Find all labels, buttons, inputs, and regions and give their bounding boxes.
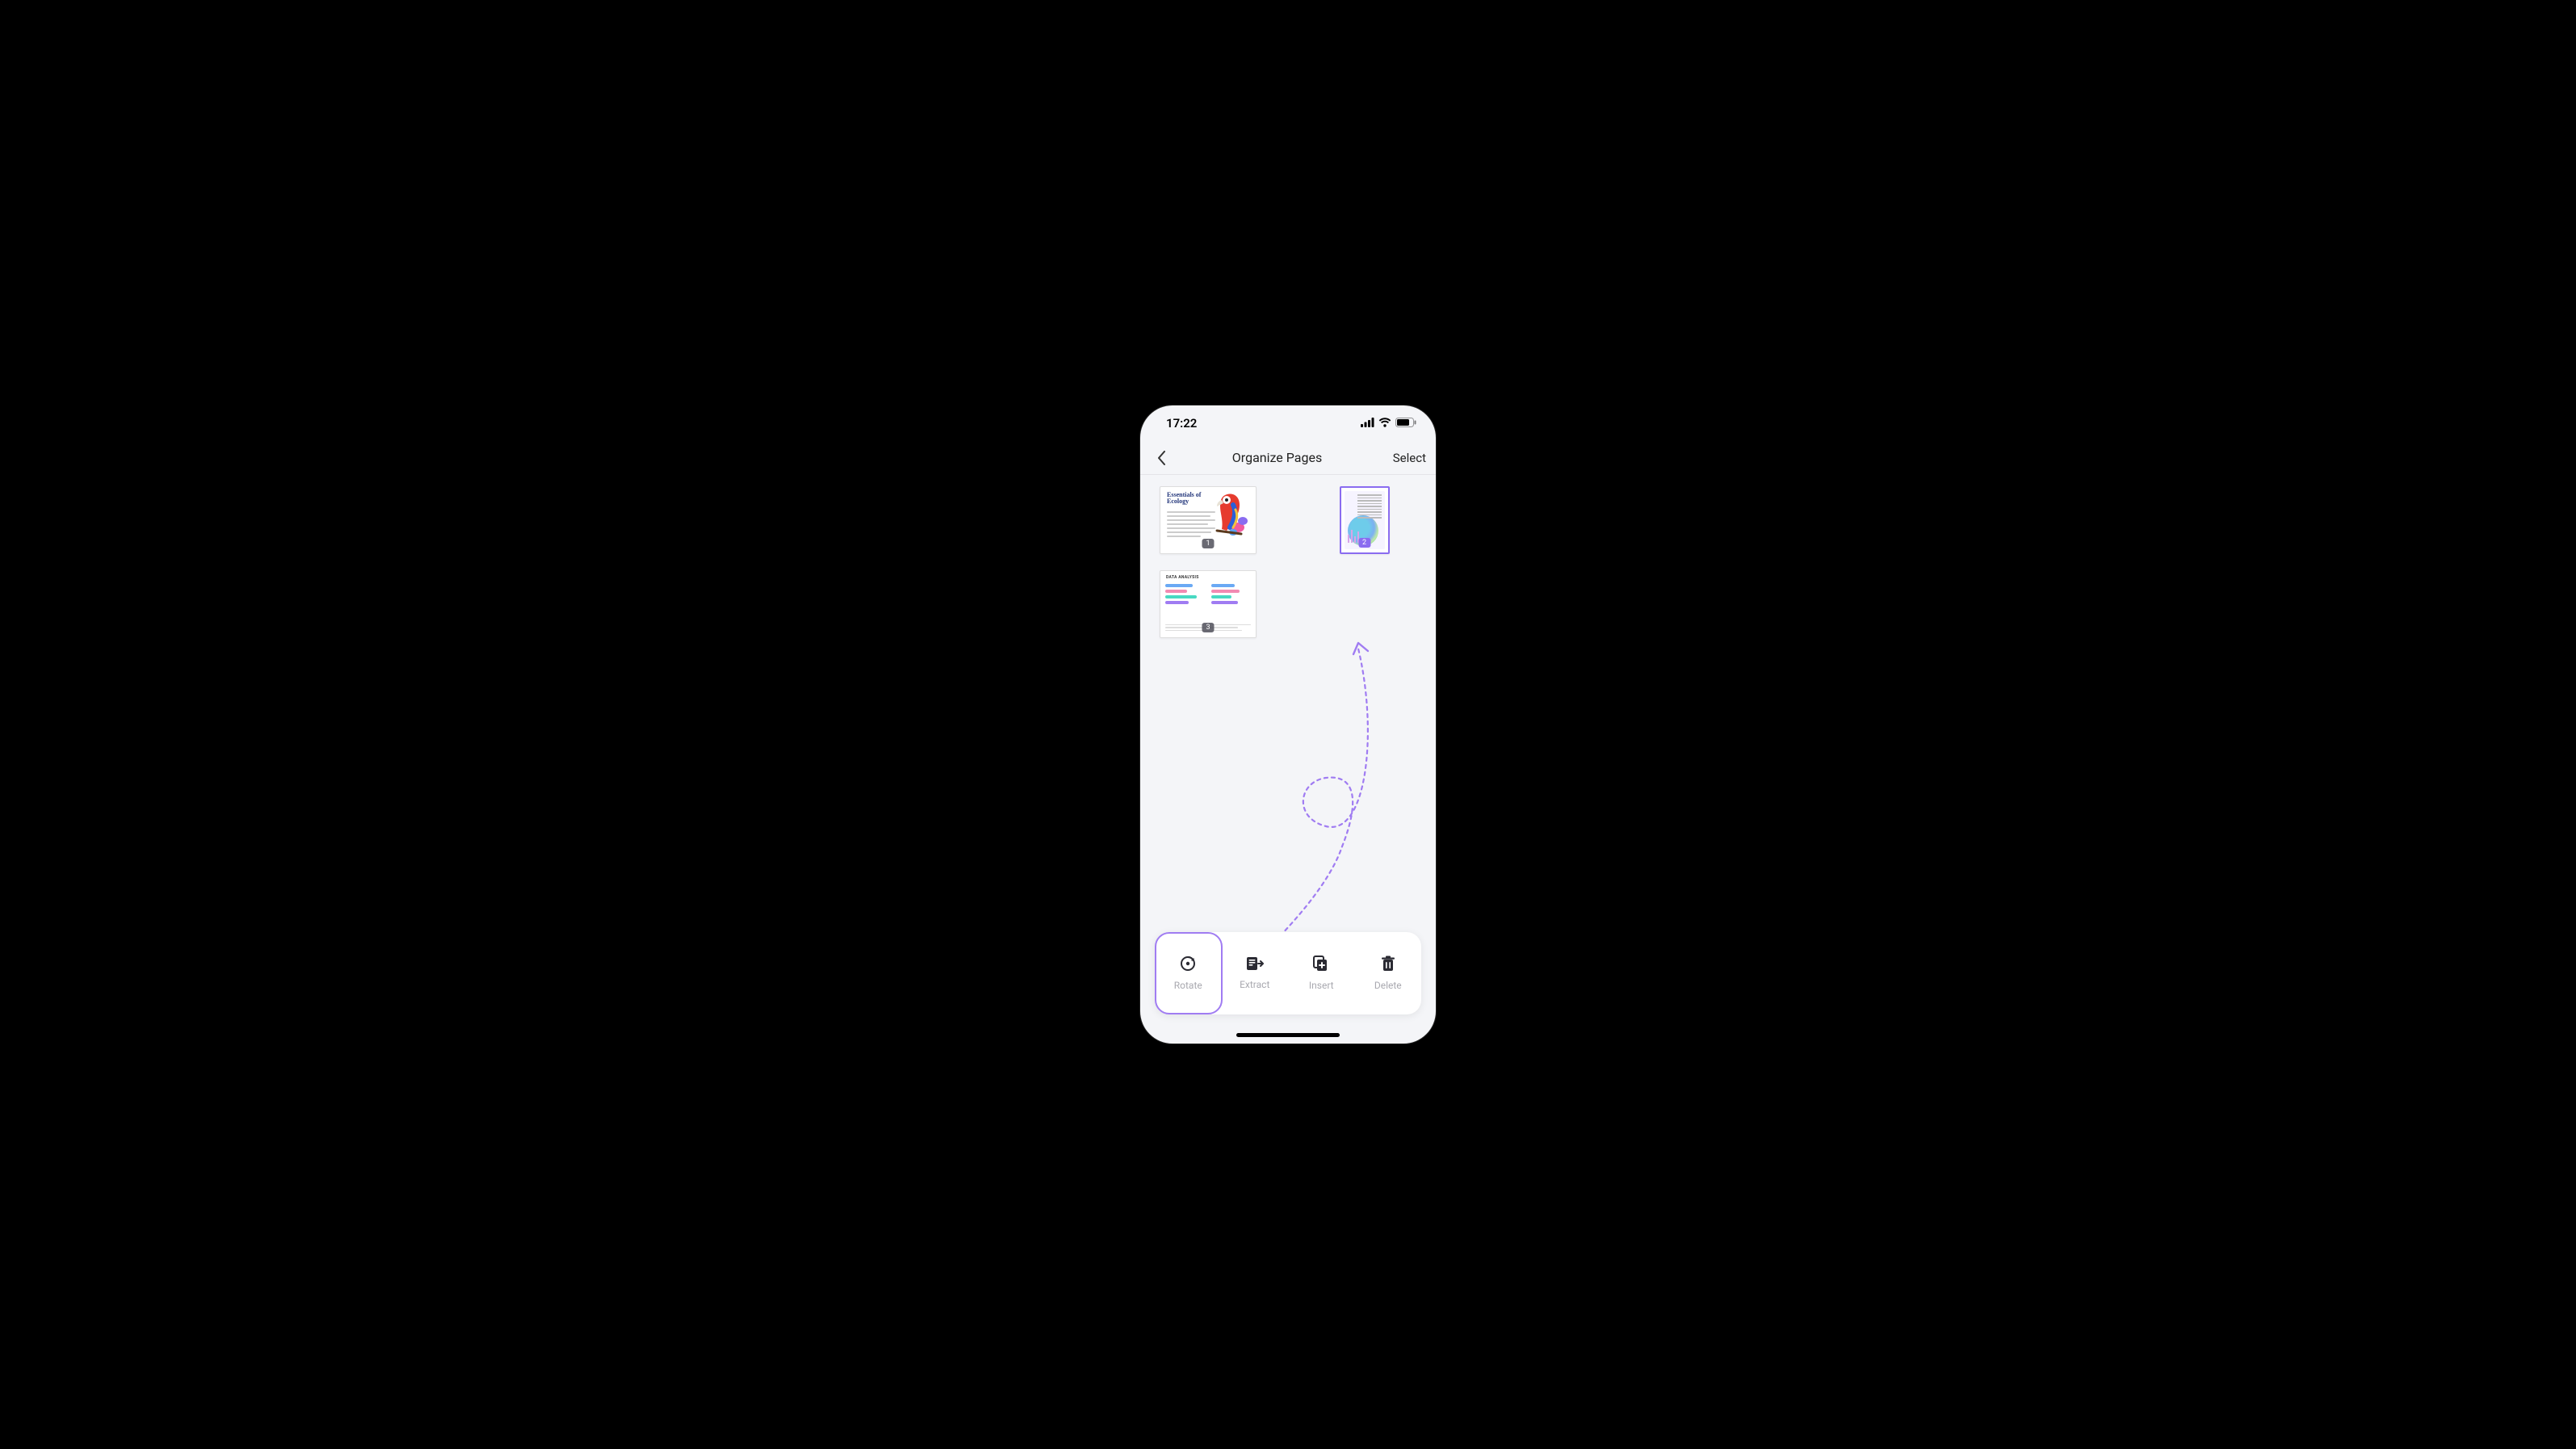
back-button[interactable] (1150, 451, 1173, 465)
select-button[interactable]: Select (1382, 451, 1426, 465)
cellular-icon (1361, 416, 1374, 430)
nav-bar: Organize Pages Select (1140, 441, 1436, 475)
battery-icon (1395, 416, 1416, 430)
delete-label: Delete (1374, 980, 1402, 991)
chevron-left-icon (1157, 451, 1166, 465)
phone-frame: 17:22 Organize Pages Select (1140, 405, 1436, 1044)
status-bar: 17:22 (1140, 405, 1436, 441)
thumb2-bars (1348, 530, 1359, 543)
rotate-icon (1180, 956, 1196, 972)
thumb2-textlines (1357, 494, 1382, 520)
page-thumb-3[interactable]: DATA ANALYSIS (1160, 570, 1257, 638)
thumb3-title: DATA ANALYSIS (1160, 571, 1256, 580)
page-thumb-1[interactable]: Essentials of Ecology (1160, 486, 1257, 554)
rotate-button[interactable]: Rotate (1155, 932, 1222, 1014)
page-number-badge: 1 (1202, 539, 1214, 548)
status-time: 17:22 (1166, 416, 1197, 430)
insert-icon (1313, 956, 1329, 972)
thumb1-textlines (1167, 511, 1215, 540)
insert-button[interactable]: Insert (1288, 932, 1355, 1014)
insert-label: Insert (1309, 980, 1334, 991)
parrot-illustration-icon (1209, 490, 1249, 539)
page-thumb-2[interactable]: 2 (1340, 486, 1390, 554)
extract-icon (1246, 956, 1264, 971)
bottom-toolbar: Rotate Extract Insert Delete (1155, 932, 1421, 1014)
page-number-badge: 2 (1358, 538, 1370, 548)
extract-button[interactable]: Extract (1222, 932, 1289, 1014)
extract-label: Extract (1240, 979, 1269, 990)
delete-button[interactable]: Delete (1355, 932, 1422, 1014)
trash-icon (1381, 956, 1395, 972)
page-number-badge: 3 (1202, 623, 1214, 632)
page-title: Organize Pages (1173, 450, 1382, 465)
status-icons (1361, 416, 1416, 430)
home-indicator (1236, 1033, 1340, 1037)
wifi-icon (1378, 416, 1391, 430)
thumb1-title: Essentials of Ecology (1160, 487, 1209, 506)
rotate-label: Rotate (1174, 980, 1202, 991)
thumb3-chart (1165, 584, 1251, 607)
